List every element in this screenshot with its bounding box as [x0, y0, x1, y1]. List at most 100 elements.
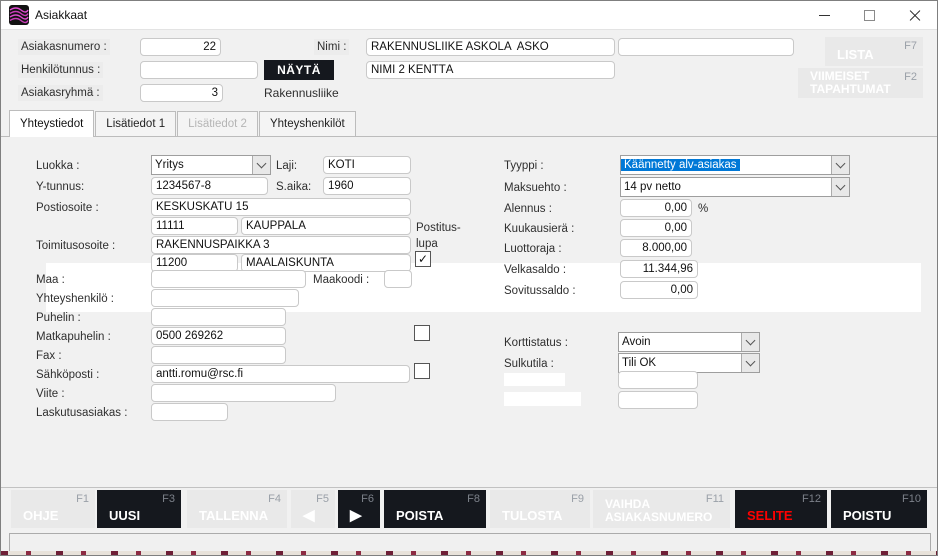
uusi-button[interactable]: UUSI F3	[97, 490, 181, 528]
saika-label: S.aika:	[276, 180, 311, 194]
chevron-down-icon	[741, 354, 759, 372]
maximize-button[interactable]	[847, 1, 892, 29]
sovitussaldo-field[interactable]	[620, 281, 698, 299]
luokka-label: Luokka :	[36, 159, 79, 173]
footer-separator	[1, 487, 937, 488]
ytunnus-field[interactable]	[151, 177, 268, 195]
viite-field[interactable]	[151, 384, 336, 402]
extra-field-1[interactable]	[618, 371, 698, 389]
maa-label: Maa :	[36, 273, 65, 287]
sulkutila-label: Sulkutila :	[504, 357, 554, 371]
velkasaldo-field[interactable]	[620, 260, 698, 278]
background-window-sliver	[1, 551, 937, 555]
window-title: Asiakkaat	[35, 8, 87, 22]
viimeiset-fkey: F2	[904, 71, 917, 83]
kuukausiera-label: Kuukausierä :	[504, 222, 574, 236]
sahkoposti-field[interactable]	[151, 365, 410, 383]
maksuehto-combo[interactable]: 14 pv netto	[620, 177, 850, 197]
maakoodi-field[interactable]	[384, 270, 412, 288]
laskutusasiakas-label: Laskutusasiakas :	[36, 406, 127, 420]
matkapuhelin-label: Matkapuhelin :	[36, 330, 111, 344]
asiakasryhma-name: Rakennusliike	[264, 86, 339, 100]
viimeiset-tapahtumat-button[interactable]: VIIMEISET TAPAHTUMAT F2	[798, 68, 923, 98]
chevron-down-icon	[741, 333, 759, 351]
kuukausiera-field[interactable]	[620, 219, 692, 237]
tab-underline	[1, 136, 937, 137]
vaihda-asiakasnumero-button[interactable]: VAIHDA ASIAKASNUMERO F11	[593, 490, 730, 528]
tulosta-button[interactable]: TULOSTA F9	[490, 490, 590, 528]
nimi-field[interactable]	[366, 38, 615, 56]
tab-lisatiedot-1[interactable]: Lisätiedot 1	[95, 111, 176, 136]
fax-label: Fax :	[36, 349, 62, 363]
ytunnus-label: Y-tunnus:	[36, 180, 84, 194]
velkasaldo-label: Velkasaldo :	[504, 263, 566, 277]
maa-field[interactable]	[151, 270, 306, 288]
sulkutila-combo[interactable]: Tili OK	[618, 353, 760, 373]
matkapuhelin-checkbox[interactable]	[414, 325, 430, 341]
minimize-icon	[819, 15, 830, 16]
matkapuhelin-field[interactable]	[151, 327, 286, 345]
extra-field-2[interactable]	[618, 391, 698, 409]
tallenna-button[interactable]: TALLENNA F4	[187, 490, 287, 528]
toimitusosoite-street-field[interactable]	[151, 236, 411, 254]
asiakasryhma-field[interactable]	[140, 84, 223, 102]
puhelin-field[interactable]	[151, 308, 286, 326]
tab-yhteystiedot[interactable]: Yhteystiedot	[9, 110, 94, 136]
arrow-right-icon: ▶	[350, 509, 362, 522]
nayta-button[interactable]: NÄYTÄ	[264, 60, 334, 80]
postituslupa-checkbox[interactable]: ✓	[415, 251, 431, 267]
close-button[interactable]	[892, 1, 937, 29]
tab-lisatiedot-2[interactable]: Lisätiedot 2	[177, 111, 258, 136]
fax-field[interactable]	[151, 346, 286, 364]
app-logo-icon	[9, 5, 29, 25]
minimize-button[interactable]	[802, 1, 847, 29]
alennus-label: Alennus :	[504, 202, 552, 216]
tyyppi-combo[interactable]: Käännetty alv-asiakas	[620, 155, 850, 175]
postiosoite-zip-field[interactable]	[151, 217, 238, 235]
korttistatus-label: Korttistatus :	[504, 336, 568, 350]
saika-field[interactable]	[323, 177, 411, 195]
title-bar: Asiakkaat	[1, 1, 937, 30]
luottoraja-label: Luottoraja :	[504, 242, 562, 256]
laskutusasiakas-field[interactable]	[151, 403, 228, 421]
alennus-field[interactable]	[620, 199, 692, 217]
customers-window: Asiakkaat Asiakasnumero : Nimi : Henkilö…	[0, 0, 938, 556]
next-button[interactable]: ▶ F6	[338, 490, 380, 528]
asiakasnumero-field[interactable]	[140, 38, 221, 56]
arrow-left-icon: ◀	[303, 509, 315, 522]
luokka-combo[interactable]: Yritys	[151, 155, 271, 175]
nimi2-field[interactable]	[366, 61, 615, 79]
ohje-button[interactable]: OHJE F1	[11, 490, 95, 528]
blank-label-2	[504, 392, 581, 406]
lista-button[interactable]: LISTA F7	[825, 37, 923, 66]
laji-field[interactable]	[323, 156, 411, 174]
postituslupa-label: Postitus-lupa	[416, 220, 464, 252]
blank-label-1	[504, 373, 565, 386]
henkilotunnus-field[interactable]	[140, 61, 258, 79]
yhteyshenkilo-field[interactable]	[151, 289, 299, 307]
selite-button[interactable]: SELITE F12	[735, 490, 827, 528]
tyyppi-label: Tyyppi :	[504, 159, 544, 173]
poistu-button[interactable]: POISTU F10	[831, 490, 927, 528]
asiakasnumero-label: Asiakasnumero :	[18, 39, 110, 55]
postiosoite-street-field[interactable]	[151, 198, 411, 216]
puhelin-label: Puhelin :	[36, 311, 81, 325]
postiosoite-label: Postiosoite :	[36, 201, 99, 215]
tab-yhteyshenkilot[interactable]: Yhteyshenkilöt	[259, 111, 356, 136]
check-icon: ✓	[418, 252, 428, 266]
toimitusosoite-label: Toimitusosoite :	[36, 239, 115, 253]
laji-label: Laji:	[276, 159, 297, 173]
lista-fkey: F7	[904, 40, 917, 52]
luottoraja-field[interactable]	[620, 239, 692, 257]
chevron-down-icon	[252, 156, 270, 174]
previous-button[interactable]: ◀ F5	[291, 490, 335, 528]
tab-strip: Yhteystiedot Lisätiedot 1 Lisätiedot 2 Y…	[9, 111, 357, 136]
poista-button[interactable]: POISTA F8	[384, 490, 486, 528]
nimi-extra-field[interactable]	[618, 38, 794, 56]
chevron-down-icon	[831, 178, 849, 196]
korttistatus-combo[interactable]: Avoin	[618, 332, 760, 352]
nimi-label: Nimi :	[314, 39, 349, 55]
sahkoposti-checkbox[interactable]	[414, 363, 430, 379]
postiosoite-city-field[interactable]	[241, 217, 411, 235]
alennus-unit: %	[698, 202, 708, 216]
